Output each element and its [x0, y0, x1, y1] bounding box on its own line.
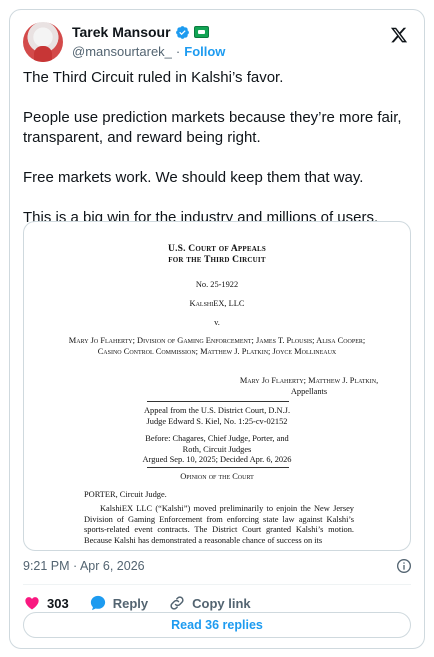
verified-badge-icon — [175, 25, 189, 39]
tweet-paragraph: People use prediction markets because th… — [23, 109, 402, 146]
tweet-header: Tarek Mansour @mansourtarek_ · Follow — [23, 20, 412, 64]
link-icon — [170, 596, 184, 610]
author-handle-row: @mansourtarek_ · Follow — [72, 44, 225, 59]
like-button[interactable]: 303 — [23, 594, 69, 612]
reply-bubble-icon — [90, 595, 105, 611]
copy-link-label: Copy link — [192, 595, 251, 611]
tweet-paragraph: Free markets work. We should keep them t… — [23, 169, 364, 186]
author-name-row: Tarek Mansour — [72, 24, 209, 40]
appellee-name: KalshiEX, LLC — [189, 299, 245, 308]
x-logo-icon[interactable] — [390, 26, 408, 44]
attached-document-image[interactable]: U.S. Court of Appeals for the Third Circ… — [23, 221, 411, 551]
heart-icon — [25, 597, 39, 610]
court-name: U.S. Court of Appeals — [168, 244, 266, 254]
versus-label: v. — [214, 318, 220, 327]
panel-line-2: Roth, Circuit Judges — [182, 445, 252, 454]
reply-button[interactable]: Reply — [89, 594, 148, 612]
opinion-heading: Opinion of the Court — [180, 472, 254, 481]
appellants-label: Appellants — [290, 387, 328, 396]
opinion-author: PORTER, Circuit Judge. — [84, 490, 167, 499]
argued-decided: Argued Sep. 10, 2025; Decided Apr. 6, 20… — [142, 455, 292, 464]
document-divider — [147, 467, 289, 468]
panel-line-1: Before: Chagares, Chief Judge, Porter, a… — [145, 434, 289, 443]
read-replies-button[interactable]: Read 36 replies — [23, 612, 411, 638]
case-number: No. 25-1922 — [195, 280, 239, 289]
document-court-heading: U.S. Court of Appeals for the Third Circ… — [24, 244, 410, 266]
opinion-body: KalshiEX LLC (“Kalshi”) moved preliminar… — [84, 504, 354, 545]
appellants-named: Mary Jo Flaherty; Matthew J. Platkin, — [239, 376, 379, 385]
info-icon[interactable] — [396, 558, 412, 574]
reply-label: Reply — [112, 595, 149, 611]
district-judge: Judge Edward S. Kiel, No. 1:25-cv-02152 — [146, 417, 288, 426]
appeal-from: Appeal from the U.S. District Court, D.N… — [143, 406, 291, 415]
avatar[interactable] — [23, 22, 63, 62]
follow-button[interactable]: Follow — [184, 44, 225, 59]
author-display-name[interactable]: Tarek Mansour — [72, 24, 171, 40]
tweet-card: Tarek Mansour @mansourtarek_ · Follow Th… — [9, 9, 425, 649]
document-divider — [147, 401, 289, 402]
copy-link-button[interactable]: Copy link — [168, 594, 251, 612]
tweet-paragraph: The Third Circuit ruled in Kalshi’s favo… — [23, 69, 284, 86]
tweet-timestamp[interactable]: 9:21 PM · Apr 6, 2026 — [23, 559, 145, 573]
appellants-list: Mary Jo Flaherty; Division of Gaming Enf… — [68, 336, 366, 356]
separator-dot: · — [175, 44, 181, 59]
author-handle[interactable]: @mansourtarek_ — [72, 44, 172, 59]
divider — [23, 584, 411, 585]
affiliate-badge-icon — [193, 26, 209, 38]
court-circuit: for the Third Circuit — [168, 255, 266, 265]
like-count: 303 — [47, 595, 69, 611]
